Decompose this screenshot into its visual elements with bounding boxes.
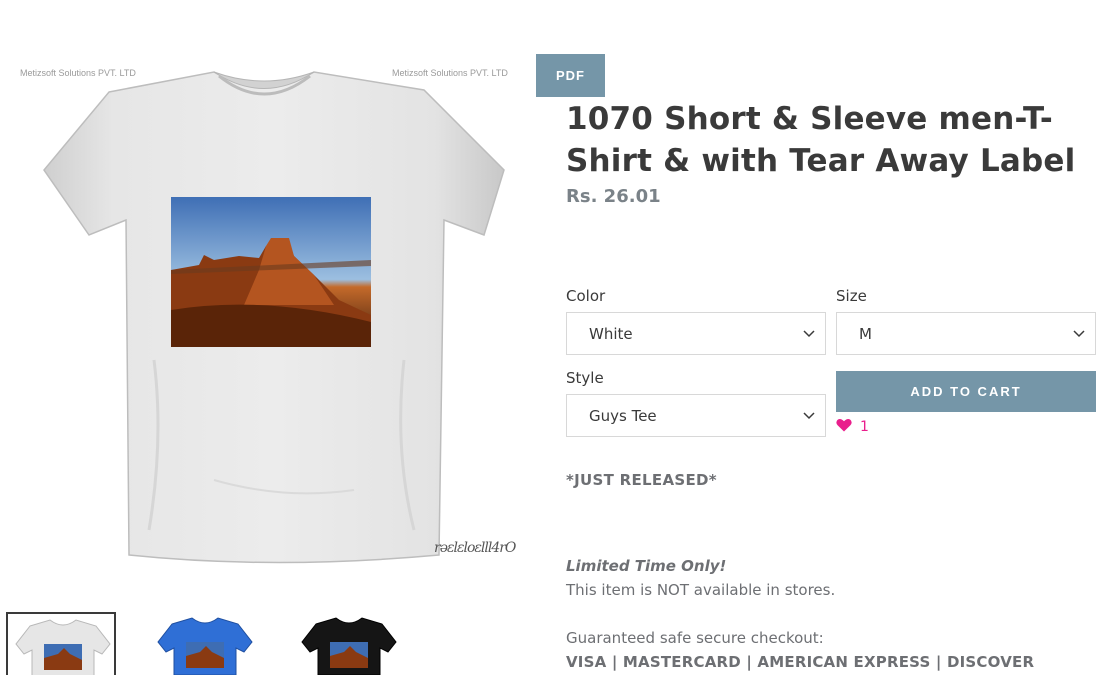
- size-select[interactable]: M: [836, 312, 1096, 355]
- chevron-down-icon: [803, 327, 815, 338]
- main-product-image[interactable]: Metizsoft Solutions PVT. LTD Metizsoft S…: [14, 60, 534, 580]
- thumbnail-black[interactable]: [294, 612, 404, 675]
- product-info: 1070 Short & Sleeve men-T-Shirt & with T…: [566, 98, 1096, 207]
- color-label: Color: [566, 287, 606, 305]
- add-to-cart-button[interactable]: ADD TO CART: [836, 371, 1096, 412]
- like-count: 1: [860, 418, 869, 435]
- just-released-text: *JUST RELEASED*: [566, 471, 717, 489]
- chevron-down-icon: [803, 409, 815, 420]
- heart-icon: [836, 417, 852, 436]
- thumbnail-strip: [6, 612, 546, 675]
- signature: rəɛlɛloɛlll4rO: [434, 540, 516, 556]
- color-select-value: White: [589, 324, 633, 343]
- guaranteed-checkout-text: Guaranteed safe secure checkout:: [566, 629, 824, 647]
- like-button[interactable]: 1: [836, 417, 869, 436]
- not-available-text: This item is NOT available in stores.: [566, 581, 836, 599]
- tshirt-image: [43, 71, 505, 564]
- watermark-left: Metizsoft Solutions PVT. LTD: [20, 68, 136, 78]
- size-select-value: M: [859, 324, 872, 343]
- style-label: Style: [566, 369, 604, 387]
- chevron-down-icon: [1073, 327, 1085, 338]
- color-select[interactable]: White: [566, 312, 826, 355]
- product-price: Rs. 26.01: [566, 186, 661, 207]
- style-select[interactable]: Guys Tee: [566, 394, 826, 437]
- product-title: 1070 Short & Sleeve men-T-Shirt & with T…: [566, 101, 1076, 179]
- thumbnail-blue[interactable]: [150, 612, 260, 675]
- payment-cards-text: VISA | MASTERCARD | AMERICAN EXPRESS | D…: [566, 653, 1035, 671]
- pdf-button[interactable]: PDF: [536, 54, 605, 97]
- style-select-value: Guys Tee: [589, 406, 657, 425]
- limited-time-text: Limited Time Only!: [566, 557, 727, 575]
- thumbnail-white[interactable]: [6, 612, 116, 675]
- watermark-right: Metizsoft Solutions PVT. LTD: [392, 68, 508, 78]
- size-label: Size: [836, 287, 867, 305]
